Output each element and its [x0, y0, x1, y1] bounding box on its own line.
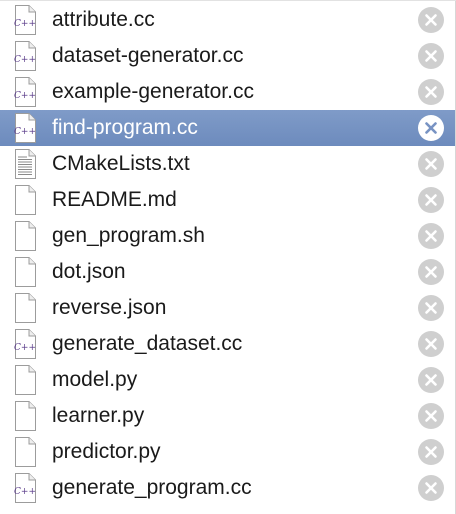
file-row[interactable]: README.md [0, 182, 455, 218]
file-name-label: dataset-generator.cc [52, 44, 244, 67]
file-row[interactable]: C++ attribute.cc [0, 2, 455, 38]
file-name-label: gen_program.sh [52, 224, 205, 247]
close-file-button[interactable] [418, 151, 444, 177]
cpp-file-icon: C++ [13, 5, 37, 35]
file-name-label: model.py [52, 368, 138, 391]
file-row[interactable]: C++ generate_dataset.cc [0, 326, 455, 362]
blank-file-icon [13, 185, 37, 215]
close-file-button[interactable] [418, 115, 444, 141]
cpp-file-icon: C++ [13, 473, 37, 503]
close-file-button[interactable] [418, 403, 444, 429]
close-file-button[interactable] [418, 259, 444, 285]
file-row[interactable]: C++ generate_program.cc [0, 470, 455, 506]
blank-file-icon [13, 257, 37, 287]
file-row-selected[interactable]: C++ find-program.cc [0, 110, 455, 146]
file-row[interactable]: dot.json [0, 254, 455, 290]
cpp-file-icon: C++ [13, 77, 37, 107]
file-row[interactable]: CMakeLists.txt [0, 146, 455, 182]
file-name-label: dot.json [52, 260, 126, 283]
file-name-label: README.md [52, 188, 177, 211]
file-row[interactable]: C++ example-generator.cc [0, 74, 455, 110]
close-file-button[interactable] [418, 367, 444, 393]
file-name-label: reverse.json [52, 296, 167, 319]
cpp-icon-label: C++ [14, 19, 36, 29]
file-name-label: example-generator.cc [52, 80, 254, 103]
blank-file-icon [13, 293, 37, 323]
close-file-button[interactable] [418, 331, 444, 357]
file-row[interactable]: reverse.json [0, 290, 455, 326]
blank-file-icon [13, 401, 37, 431]
file-name-label: generate_dataset.cc [52, 332, 243, 355]
close-file-button[interactable] [418, 439, 444, 465]
file-row[interactable]: gen_program.sh [0, 218, 455, 254]
close-file-button[interactable] [418, 43, 444, 69]
blank-file-icon [13, 365, 37, 395]
close-file-button[interactable] [418, 223, 444, 249]
cpp-icon-label: C++ [14, 127, 36, 137]
blank-file-icon [13, 221, 37, 251]
blank-file-icon [13, 437, 37, 467]
cpp-file-icon: C++ [13, 41, 37, 71]
text-file-icon [13, 149, 37, 179]
file-row[interactable]: predictor.py [0, 434, 455, 470]
cpp-icon-label: C++ [14, 55, 36, 65]
open-files-list: C++ attribute.cc C++ dataset-generator.cc C+… [0, 0, 456, 514]
close-file-button[interactable] [418, 295, 444, 321]
close-file-button[interactable] [418, 187, 444, 213]
file-name-label: find-program.cc [52, 116, 198, 139]
cpp-icon-label: C++ [14, 343, 36, 353]
close-file-button[interactable] [418, 475, 444, 501]
file-name-label: predictor.py [52, 440, 161, 463]
cpp-file-icon: C++ [13, 113, 37, 143]
cpp-icon-label: C++ [14, 487, 36, 497]
close-file-button[interactable] [418, 7, 444, 33]
file-name-label: CMakeLists.txt [52, 152, 190, 175]
file-row[interactable]: model.py [0, 362, 455, 398]
file-name-label: learner.py [52, 404, 145, 427]
cpp-file-icon: C++ [13, 329, 37, 359]
list-top-border [0, 0, 456, 1]
file-row[interactable]: C++ dataset-generator.cc [0, 38, 455, 74]
close-file-button[interactable] [418, 79, 444, 105]
cpp-icon-label: C++ [14, 91, 36, 101]
file-name-label: attribute.cc [52, 8, 155, 31]
file-name-label: generate_program.cc [52, 476, 252, 499]
file-row[interactable]: learner.py [0, 398, 455, 434]
